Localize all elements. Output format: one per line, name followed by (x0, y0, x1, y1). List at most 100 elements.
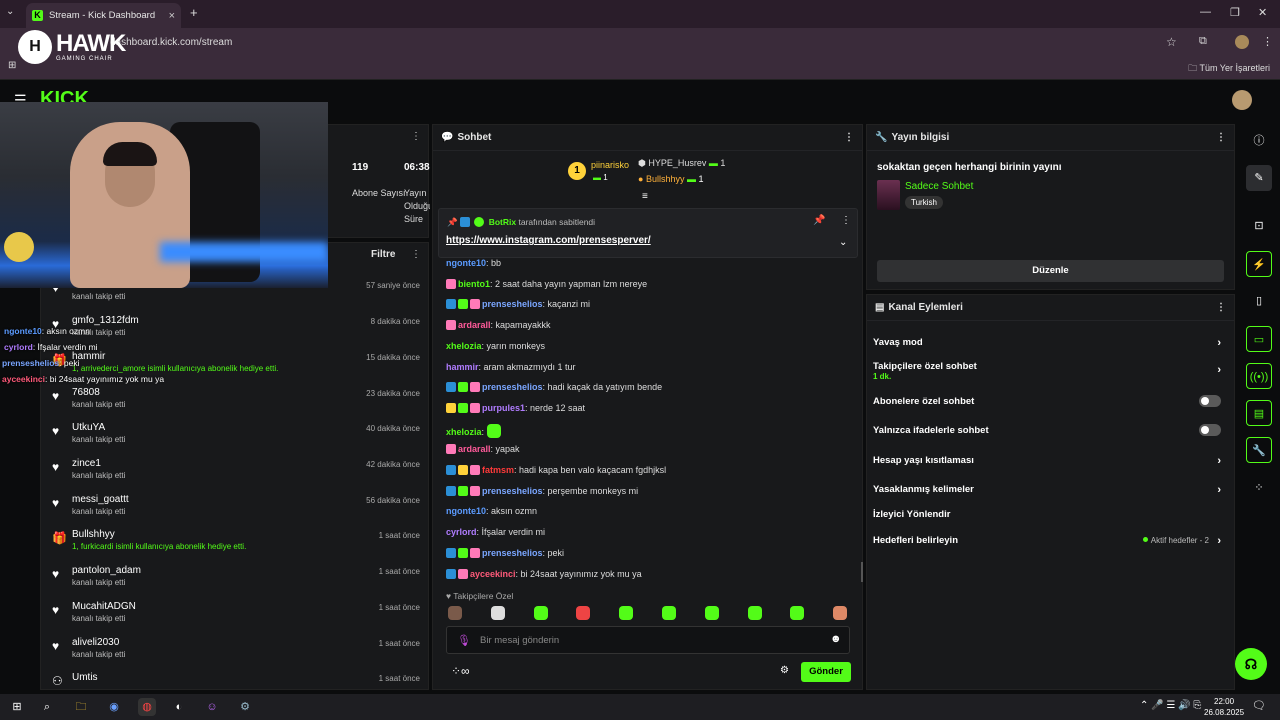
chat-username[interactable]: cyrlord (446, 527, 477, 537)
event-item[interactable]: ♥ gmfo_1312fdm kanalı takip etti 8 dakika ö… (50, 313, 420, 347)
event-item[interactable]: ♥ aliveli2030 kanalı takip etti 1 saat önce (50, 635, 420, 669)
windows-start-icon[interactable]: ⊞ (8, 698, 26, 716)
chevron-right-icon[interactable]: › (1217, 535, 1221, 547)
notifications-icon[interactable]: 🗨 (1252, 699, 1266, 712)
browser-tab[interactable]: K Stream - Kick Dashboard × (26, 3, 181, 28)
chat-menu-icon[interactable]: ⋮ (844, 132, 854, 143)
restore-button[interactable]: ❐ (1230, 6, 1240, 19)
emote-shortcut-icon[interactable] (704, 606, 719, 620)
support-headset-icon[interactable]: ☊ (1235, 648, 1267, 680)
event-item[interactable]: ♥ pantolon_adam kanalı takip etti 1 saat ön… (50, 563, 420, 597)
event-item[interactable]: ♥ messi_goattt kanalı takip etti 56 dakika … (50, 492, 420, 526)
kick-points-sidebar-icon[interactable]: ⁘ (1246, 475, 1272, 501)
filter-button[interactable]: Filtre (371, 249, 395, 260)
document-icon[interactable]: ▯ (1246, 288, 1272, 314)
event-item[interactable]: ♥ zince1 kanalı takip etti 42 dakika önce (50, 456, 420, 490)
chevron-right-icon[interactable]: › (1217, 364, 1221, 376)
chat-username[interactable]: biento1 (458, 279, 490, 289)
gifter-2[interactable]: ⬢ HYPE_Husrev ▬ 1 (638, 158, 725, 169)
event-item[interactable]: 🎁 Bullshhyy 1, furkicardi isimli kullanıcı… (50, 527, 420, 561)
obs-icon[interactable]: ◐ (170, 698, 188, 716)
all-bookmarks-link[interactable]: 🗀 Tüm Yer İşaretleri (1188, 61, 1270, 77)
system-tray-icons[interactable]: ⌃ 🎤 ☰ 🔊 ⎘ (1140, 700, 1201, 711)
emote-shortcut-icon[interactable] (448, 606, 462, 620)
chat-username[interactable]: xhelozia (446, 341, 482, 351)
emote-shortcut-icon[interactable] (747, 606, 762, 620)
emote-shortcut-icon[interactable] (533, 606, 548, 620)
chevron-right-icon[interactable]: › (1217, 455, 1221, 467)
chat-settings-icon[interactable]: ⚙ (780, 665, 789, 676)
channel-action-item[interactable]: Abonelere özel sohbet (873, 395, 1225, 414)
expand-gifters-icon[interactable]: ≡ (642, 191, 648, 202)
stream-category[interactable]: Sadece Sohbet (905, 181, 973, 192)
emote-shortcut-icon[interactable] (833, 606, 848, 620)
chat-bubble-icon[interactable]: ▭ (1246, 326, 1272, 352)
profile-avatar[interactable] (1235, 35, 1249, 49)
tab-list-button[interactable]: ⌄ (6, 6, 14, 17)
channel-action-item[interactable]: Hesap yaşı kısıtlaması › (873, 455, 1225, 473)
minimize-button[interactable]: — (1200, 6, 1211, 18)
send-button[interactable]: Gönder (801, 662, 851, 682)
apps-grid-icon[interactable]: ⊞ (8, 60, 16, 71)
toggle-switch[interactable] (1199, 424, 1221, 436)
feed-menu-icon[interactable]: ⋮ (411, 249, 421, 260)
chat-scrollbar[interactable] (861, 562, 863, 582)
chevron-down-icon[interactable]: ⌄ (839, 237, 847, 248)
emote-shortcut-icon[interactable] (576, 606, 591, 620)
pinned-menu-icon[interactable]: ⋮ (841, 215, 851, 226)
chat-username[interactable]: prenseshelios (482, 486, 543, 496)
pinned-link[interactable]: https://www.instagram.com/prensesperver/ (446, 235, 651, 246)
tools-icon[interactable]: 🔧 (1246, 437, 1272, 463)
url-field[interactable]: dashboard.kick.com/stream (110, 37, 232, 48)
event-item[interactable]: ♥ UtkuYA kanalı takip etti 40 dakika önce (50, 420, 420, 454)
chat-username[interactable]: prenseshelios (482, 299, 543, 309)
pinned-by-user[interactable]: BotRix (489, 217, 516, 227)
search-icon[interactable]: ⌕ (38, 698, 56, 716)
extensions-icon[interactable]: ⧉ (1199, 35, 1207, 48)
user-avatar[interactable] (1232, 90, 1252, 110)
channel-action-item[interactable]: Takipçilere özel sohbet 1 dk. › (873, 361, 1225, 381)
close-tab-icon[interactable]: × (169, 10, 175, 22)
chat-username[interactable]: ayceekinci (470, 569, 516, 579)
steam-icon[interactable]: ⚙ (236, 698, 254, 716)
lightning-icon[interactable]: ⚡ (1246, 251, 1272, 277)
edit-stream-info-button[interactable]: Düzenle (877, 260, 1224, 282)
chat-username[interactable]: xhelozia (446, 427, 482, 437)
channel-action-item[interactable]: Yavaş mod › (873, 337, 1225, 355)
emote-shortcut-icon[interactable] (490, 606, 505, 620)
category-thumbnail[interactable] (877, 180, 900, 210)
microphone-icon[interactable]: 🎙 (457, 634, 471, 647)
browser-menu-icon[interactable]: ⋮ (1262, 35, 1273, 48)
clock[interactable]: 22:00 26.08.2025 (1204, 696, 1244, 718)
chat-username[interactable]: ardarall (458, 444, 491, 454)
channel-action-item[interactable]: İzleyici Yönlendir (873, 509, 1225, 527)
kick-points-icon[interactable]: ⁘∞ (451, 664, 470, 678)
broadcast-icon[interactable]: ((•)) (1246, 363, 1272, 389)
discord-icon[interactable]: ☺ (203, 698, 221, 716)
emote-shortcut-icon[interactable] (790, 606, 805, 620)
chat-username[interactable]: prenseshelios (482, 382, 543, 392)
edit-pencil-icon[interactable]: ✎ (1246, 165, 1272, 191)
layout-icon[interactable]: ▤ (1246, 400, 1272, 426)
file-explorer-icon[interactable]: 🗀 (72, 698, 90, 716)
event-item[interactable]: ♥ 76808 kanalı takip etti 23 dakika önce (50, 385, 420, 419)
new-tab-button[interactable]: + (190, 5, 198, 20)
chat-username[interactable]: ngonte10 (446, 258, 486, 268)
channel-action-item[interactable]: Yasaklanmış kelimeler › (873, 484, 1225, 502)
chat-username[interactable]: ardarall (458, 320, 491, 330)
stream-info-menu-icon[interactable]: ⋮ (1216, 132, 1226, 143)
chevron-right-icon[interactable]: › (1217, 484, 1221, 496)
emote-shortcut-icon[interactable] (619, 606, 634, 620)
app-icon[interactable]: ◉ (105, 698, 123, 716)
chat-username[interactable]: hammir (446, 362, 479, 372)
event-item[interactable]: ♥ MucahitADGN kanalı takip etti 1 saat önce (50, 599, 420, 633)
channel-action-item[interactable]: Hedefleri belirleyin › Aktif hedefler - 2 (873, 535, 1225, 553)
chrome-icon[interactable]: ◍ (138, 698, 156, 716)
chat-username[interactable]: fatmsm (482, 465, 514, 475)
bookmark-star-icon[interactable]: ☆ (1166, 35, 1177, 49)
emoji-picker-icon[interactable]: ☻ (830, 633, 842, 645)
unpin-icon[interactable]: 📌 (813, 215, 825, 226)
capture-icon[interactable]: ⊡ (1246, 213, 1272, 239)
stats-menu-icon[interactable]: ⋮ (411, 131, 421, 142)
gifter-name[interactable]: piinarisko (591, 160, 629, 170)
